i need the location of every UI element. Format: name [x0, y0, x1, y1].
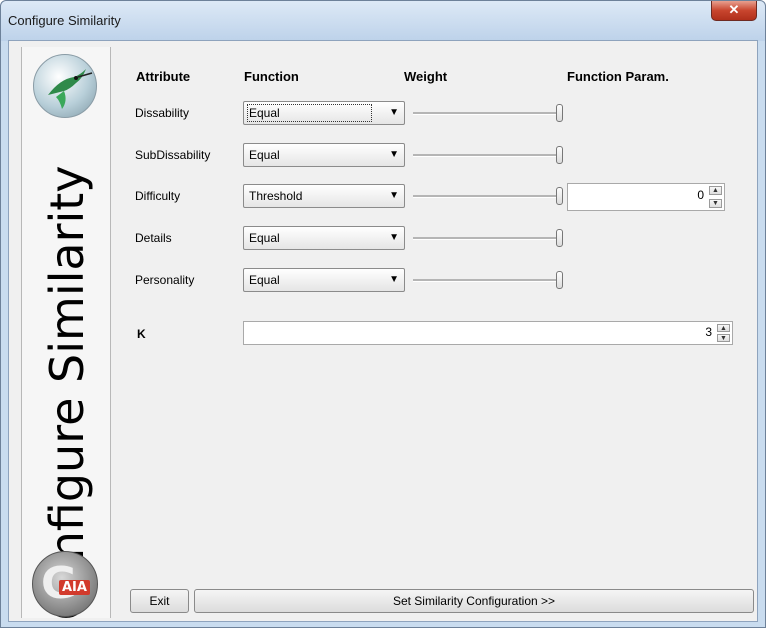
attribute-label: SubDissability: [135, 148, 211, 162]
k-spinbox[interactable]: 3 ▲ ▼: [243, 321, 733, 345]
weight-slider-handle-subdissability[interactable]: [556, 146, 563, 164]
k-value: 3: [705, 325, 712, 339]
title-bar[interactable]: Configure Similarity ✕: [1, 1, 765, 41]
function-select-value: Equal: [249, 231, 280, 245]
function-select-subdissability[interactable]: Equal ▼: [243, 143, 405, 167]
function-select-details[interactable]: Equal ▼: [243, 226, 405, 250]
function-param-spinbox-difficulty[interactable]: 0 ▲ ▼: [567, 183, 725, 211]
header-attribute: Attribute: [136, 69, 191, 84]
exit-button[interactable]: Exit: [130, 589, 189, 613]
function-select-value: Equal: [249, 273, 280, 287]
chevron-down-icon: ▼: [389, 107, 399, 118]
set-similarity-configuration-button[interactable]: Set Similarity Configuration >>: [194, 589, 754, 613]
chevron-down-icon: ▼: [389, 274, 399, 285]
hummingbird-logo-icon: [33, 54, 97, 118]
attribute-label: Difficulty: [135, 189, 181, 203]
weight-slider-track-personality[interactable]: [413, 279, 561, 282]
function-select-personality[interactable]: Equal ▼: [243, 268, 405, 292]
spin-down-icon[interactable]: ▼: [717, 334, 730, 342]
function-select-difficulty[interactable]: Threshold ▼: [243, 184, 405, 208]
weight-slider-track-details[interactable]: [413, 237, 561, 240]
attribute-label: Details: [135, 231, 172, 245]
attribute-label: Dissability: [135, 106, 190, 120]
gaia-logo-icon: G AIA: [32, 551, 98, 617]
gaia-logo-badge: AIA: [59, 580, 90, 595]
function-select-value: Equal: [247, 104, 372, 122]
chevron-down-icon: ▼: [389, 149, 399, 160]
weight-slider-handle-personality[interactable]: [556, 271, 563, 289]
function-select-dissability[interactable]: Equal ▼: [243, 101, 405, 125]
k-label: K: [137, 327, 146, 341]
spin-down-icon[interactable]: ▼: [709, 199, 722, 208]
weight-slider-track-dissability[interactable]: [413, 112, 561, 115]
spin-up-icon[interactable]: ▲: [717, 324, 730, 332]
weight-slider-handle-difficulty[interactable]: [556, 187, 563, 205]
weight-slider-track-difficulty[interactable]: [413, 195, 561, 198]
weight-slider-handle-details[interactable]: [556, 229, 563, 247]
window-title: Configure Similarity: [8, 13, 121, 28]
chevron-down-icon: ▼: [389, 232, 399, 243]
header-function-param: Function Param.: [567, 69, 669, 84]
spin-up-icon[interactable]: ▲: [709, 186, 722, 195]
function-select-value: Equal: [249, 148, 280, 162]
close-icon: ✕: [728, 2, 740, 17]
function-param-value: 0: [697, 188, 704, 202]
attribute-label: Personality: [135, 273, 195, 287]
weight-slider-handle-dissability[interactable]: [556, 104, 563, 122]
sidebar-banner: Configure Similarity G AIA: [21, 47, 111, 621]
header-function: Function: [244, 69, 299, 84]
function-select-value: Threshold: [249, 189, 303, 203]
chevron-down-icon: ▼: [389, 190, 399, 201]
close-button[interactable]: ✕: [711, 1, 757, 21]
header-weight: Weight: [404, 69, 448, 84]
weight-slider-track-subdissability[interactable]: [413, 154, 561, 157]
